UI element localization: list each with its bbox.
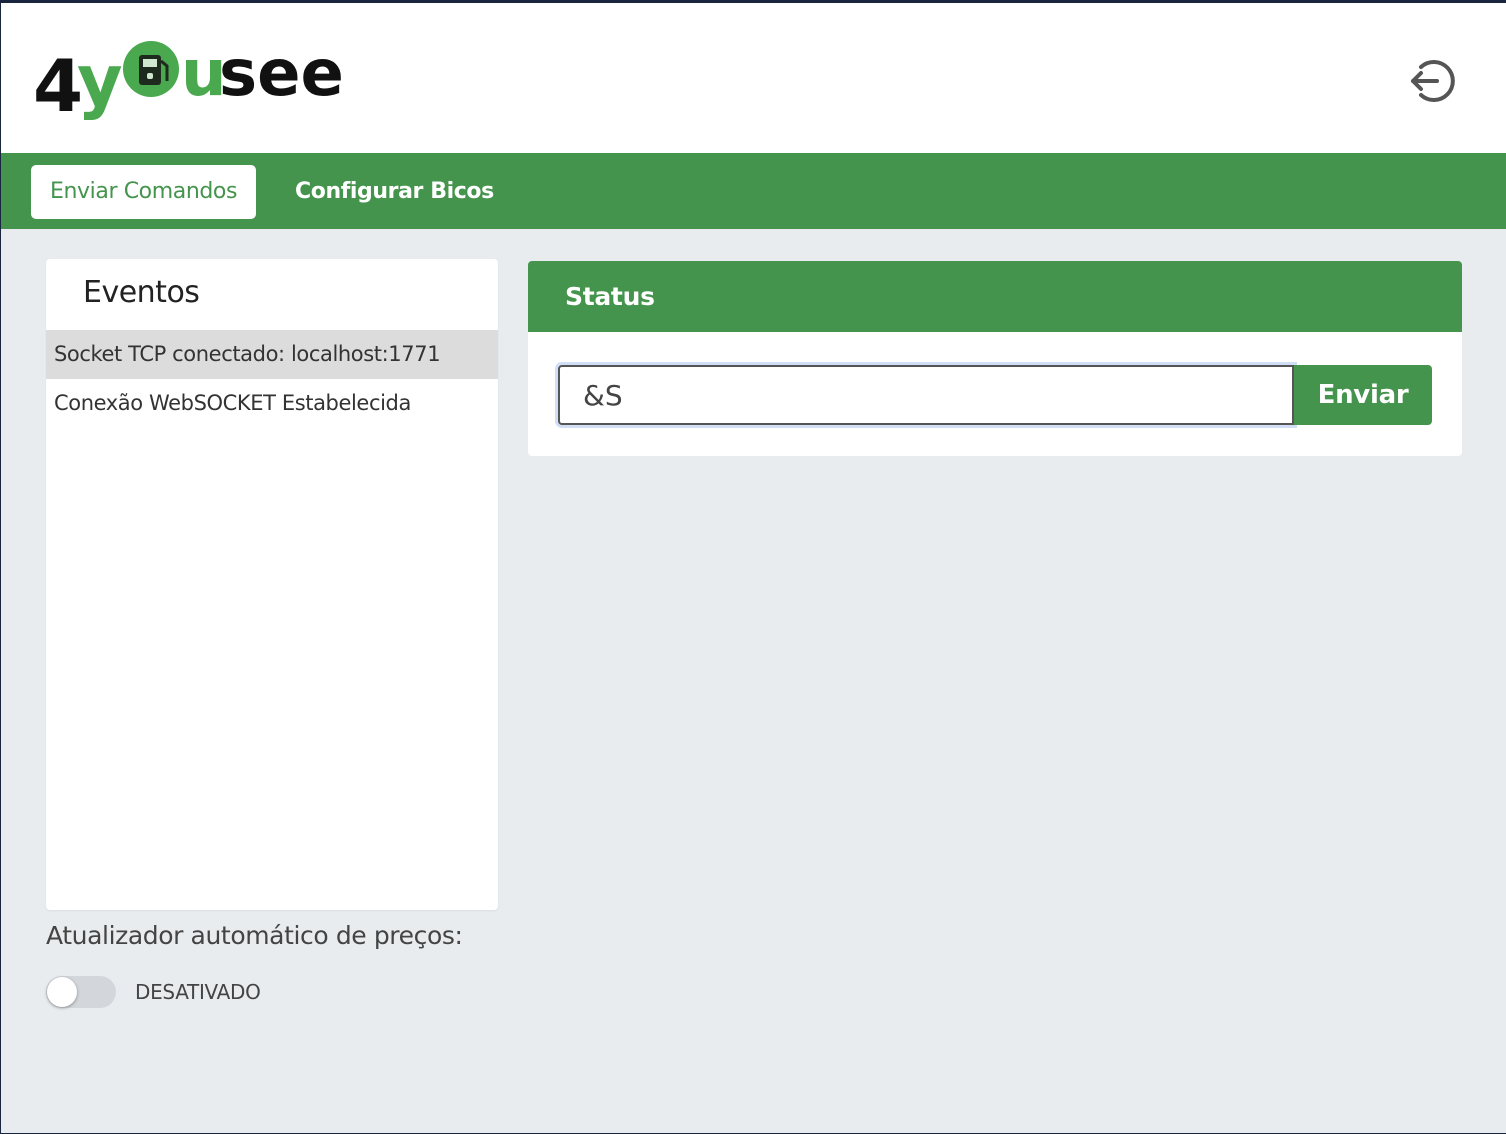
app-window: 4 y u see Enviar Comandos Configurar Bic… (1, 3, 1506, 1133)
event-list: Socket TCP conectado: localhost:1771 Con… (46, 330, 498, 428)
auto-price-toggle[interactable] (46, 976, 116, 1008)
toggle-knob (47, 977, 77, 1007)
svg-text:4: 4 (33, 44, 83, 123)
status-panel: Status Enviar (528, 261, 1462, 456)
status-header: Status (528, 261, 1462, 332)
tab-enviar-comandos[interactable]: Enviar Comandos (31, 165, 257, 219)
event-item[interactable]: Conexão WebSOCKET Estabelecida (46, 379, 498, 428)
auto-price-state: DESATIVADO (135, 980, 261, 1004)
event-item[interactable]: Socket TCP conectado: localhost:1771 (46, 330, 498, 379)
logout-button[interactable] (1405, 55, 1457, 107)
events-title: Eventos (83, 275, 200, 310)
svg-text:y: y (77, 40, 123, 122)
brand-logo: 4 y u see (33, 37, 344, 123)
command-input[interactable] (558, 365, 1294, 425)
app-header: 4 y u see (1, 3, 1506, 153)
status-title: Status (565, 282, 655, 311)
svg-text:see: see (219, 37, 344, 111)
events-panel: Eventos Socket TCP conectado: localhost:… (46, 259, 498, 910)
auto-price-label: Atualizador automático de preços: (46, 921, 463, 950)
tab-bar: Enviar Comandos Configurar Bicos (1, 153, 1506, 229)
logout-icon (1411, 60, 1455, 102)
tab-configurar-bicos[interactable]: Configurar Bicos (276, 165, 513, 219)
send-button[interactable]: Enviar (1294, 365, 1432, 425)
